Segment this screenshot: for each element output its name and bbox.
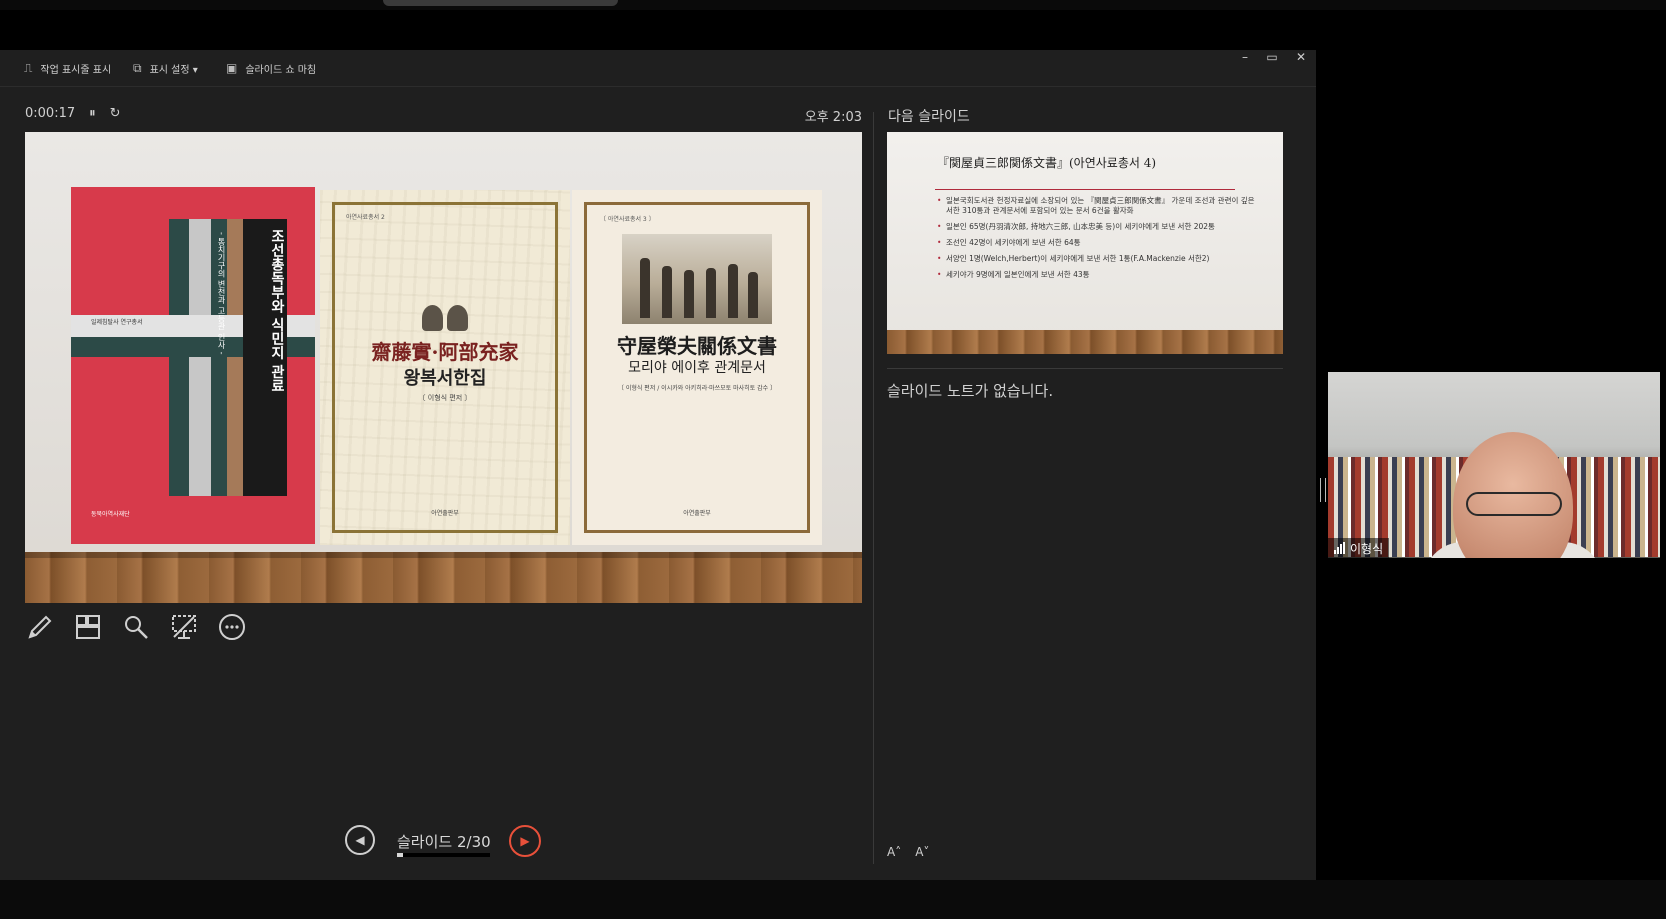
book1-publisher: 동북아역사재단 — [91, 511, 130, 518]
more-options-icon[interactable] — [217, 612, 247, 642]
chevron-right-icon: ▶ — [520, 834, 530, 848]
zoom-icon[interactable] — [121, 612, 151, 642]
decrease-font-button[interactable]: A˅ — [915, 845, 929, 859]
reset-timer-icon[interactable]: ↻ — [110, 106, 121, 121]
current-time: 오후 2:03 — [804, 110, 862, 125]
end-show-icon: ▣ — [226, 61, 238, 75]
next-slide-bullet: 일본인 65명(丹羽清次郎, 持地六三郎, 山本忠美 등)이 세키야에게 보낸 … — [937, 222, 1257, 232]
book2-series: 아연사료총서 2 — [346, 214, 385, 221]
book3-publisher: 아연출판부 — [683, 510, 711, 517]
bottom-bar — [0, 880, 1666, 919]
pane-divider[interactable] — [873, 112, 874, 864]
presenter-toolbar: ⎍ 작업 표시줄 표시 ⧉ 표시 설정 ▾ ▣ 슬라이드 쇼 마침 – ▭ ✕ — [0, 50, 1316, 87]
book3-title: 守屋榮夫關係文書 — [617, 334, 777, 358]
slide-progress-bar — [397, 853, 490, 857]
notes-font-controls: A˄ A˅ — [887, 845, 929, 859]
minimize-button[interactable]: – — [1236, 50, 1254, 70]
panel-resize-handle[interactable] — [1320, 478, 1326, 502]
book2-subtitle: 왕복서한집 — [403, 368, 487, 389]
next-slide-bullet: 세키야가 9명에게 일본인에게 보낸 서한 43통 — [937, 270, 1257, 280]
slide-progress-fill — [397, 853, 404, 857]
notes-divider — [887, 368, 1283, 369]
next-slide-bullet: 조선인 42명이 세키야에게 보낸 서한 64통 — [937, 238, 1257, 248]
slide-tools — [25, 612, 247, 642]
next-slide-floor — [887, 330, 1283, 354]
book3-editors: 〔 이형식 편저 / 이시카와 아키히라·마쓰모토 마사히토 감수 〕 — [617, 385, 777, 392]
next-slide-bullets: 일본국회도서관 헌정자료실에 소장되어 있는 『関屋貞三郎関係文書』 가운데 조… — [937, 196, 1257, 286]
book1-stripe — [169, 219, 189, 496]
book3-photo — [622, 234, 772, 324]
book-cover-1: 일제침탈사 연구총서 조선총독부와 식민지 관료 - 통치기구의 변천과 고등관… — [71, 187, 315, 544]
elapsed-time: 0:00:17 — [25, 106, 76, 121]
participant-name-tag: 이형식 — [1328, 538, 1390, 558]
presenter-view-window: ⎍ 작업 표시줄 표시 ⧉ 표시 설정 ▾ ▣ 슬라이드 쇼 마침 – ▭ ✕ … — [0, 50, 1316, 880]
book-cover-2: 아연사료총서 2 齋藤實·阿部充家 왕복서한집 〔 이형식 편저 〕 아연출판부 — [320, 190, 570, 545]
next-slide-label: 다음 슬라이드 — [888, 109, 970, 125]
book3-subtitle: 모리야 에이후 관계문서 — [628, 360, 766, 376]
book2-title: 齋藤實·阿部充家 — [371, 340, 519, 364]
next-slide-bullet: 서양인 1명(Welch,Herbert)이 세키야에게 보낸 서한 1통(F.… — [937, 254, 1257, 264]
show-taskbar-label: 작업 표시줄 표시 — [40, 64, 112, 76]
black-screen-icon[interactable] — [169, 612, 199, 642]
pen-tool-icon[interactable] — [25, 612, 55, 642]
end-slideshow-label: 슬라이드 쇼 마침 — [245, 64, 317, 76]
display-settings-label: 표시 설정 ▾ — [149, 64, 198, 76]
book1-series: 일제침탈사 연구총서 — [91, 319, 143, 326]
book2-publisher: 아연출판부 — [431, 510, 459, 517]
book1-subtitle: - 통치기구의 변천과 고등관 인사 - — [217, 232, 226, 355]
end-slideshow-button[interactable]: ▣ 슬라이드 쇼 마침 — [226, 50, 316, 86]
chevron-left-icon: ◀ — [355, 833, 365, 847]
next-slide-rule — [935, 189, 1235, 190]
wood-floor — [25, 552, 862, 603]
book2-portraits — [422, 305, 468, 331]
restore-button[interactable]: ▭ — [1263, 50, 1281, 70]
top-bar — [0, 0, 1666, 10]
signal-strength-icon — [1334, 542, 1345, 554]
see-all-slides-icon[interactable] — [73, 612, 103, 642]
participant-glasses — [1466, 492, 1562, 516]
timer: 0:00:17 ⏸ ↻ — [25, 106, 121, 121]
display-settings-icon: ⧉ — [133, 60, 142, 75]
display-settings-button[interactable]: ⧉ 표시 설정 ▾ — [133, 50, 198, 86]
book2-editor: 〔 이형식 편저 〕 — [418, 394, 472, 402]
book3-series: 〔 아연사료총서 3 〕 — [600, 216, 655, 223]
next-slide-bullet: 일본국회도서관 헌정자료실에 소장되어 있는 『関屋貞三郎関係文書』 가운데 조… — [937, 196, 1257, 216]
book1-stripe — [227, 219, 243, 496]
next-slide-title: 『関屋貞三郎関係文書』(아연사료총서 4) — [937, 156, 1157, 170]
book1-stripe — [189, 219, 211, 496]
slide-counter[interactable]: 슬라이드 2/30 — [397, 831, 491, 852]
previous-slide-button[interactable]: ◀ — [345, 825, 375, 855]
next-slide-button[interactable]: ▶ — [509, 825, 541, 857]
participant-name: 이형식 — [1350, 541, 1384, 556]
increase-font-button[interactable]: A˄ — [887, 845, 901, 859]
close-button[interactable]: ✕ — [1292, 50, 1310, 70]
book1-title: 조선총독부와 식민지 관료 — [243, 219, 287, 496]
pause-icon[interactable]: ⏸ — [89, 106, 96, 121]
book-cover-3: 〔 아연사료총서 3 〕 守屋榮夫關係文書 모리야 에이후 관계문서 〔 이형식… — [572, 190, 822, 545]
top-pill — [383, 0, 618, 6]
participant-video[interactable] — [1328, 372, 1660, 558]
current-slide[interactable]: 일제침탈사 연구총서 조선총독부와 식민지 관료 - 통치기구의 변천과 고등관… — [25, 132, 862, 603]
taskbar-icon: ⎍ — [24, 60, 33, 75]
show-taskbar-button[interactable]: ⎍ 작업 표시줄 표시 — [24, 50, 111, 86]
speaker-notes[interactable]: 슬라이드 노트가 없습니다. — [887, 380, 1053, 401]
next-slide-preview[interactable]: 『関屋貞三郎関係文書』(아연사료총서 4) 일본국회도서관 헌정자료실에 소장되… — [887, 132, 1283, 354]
